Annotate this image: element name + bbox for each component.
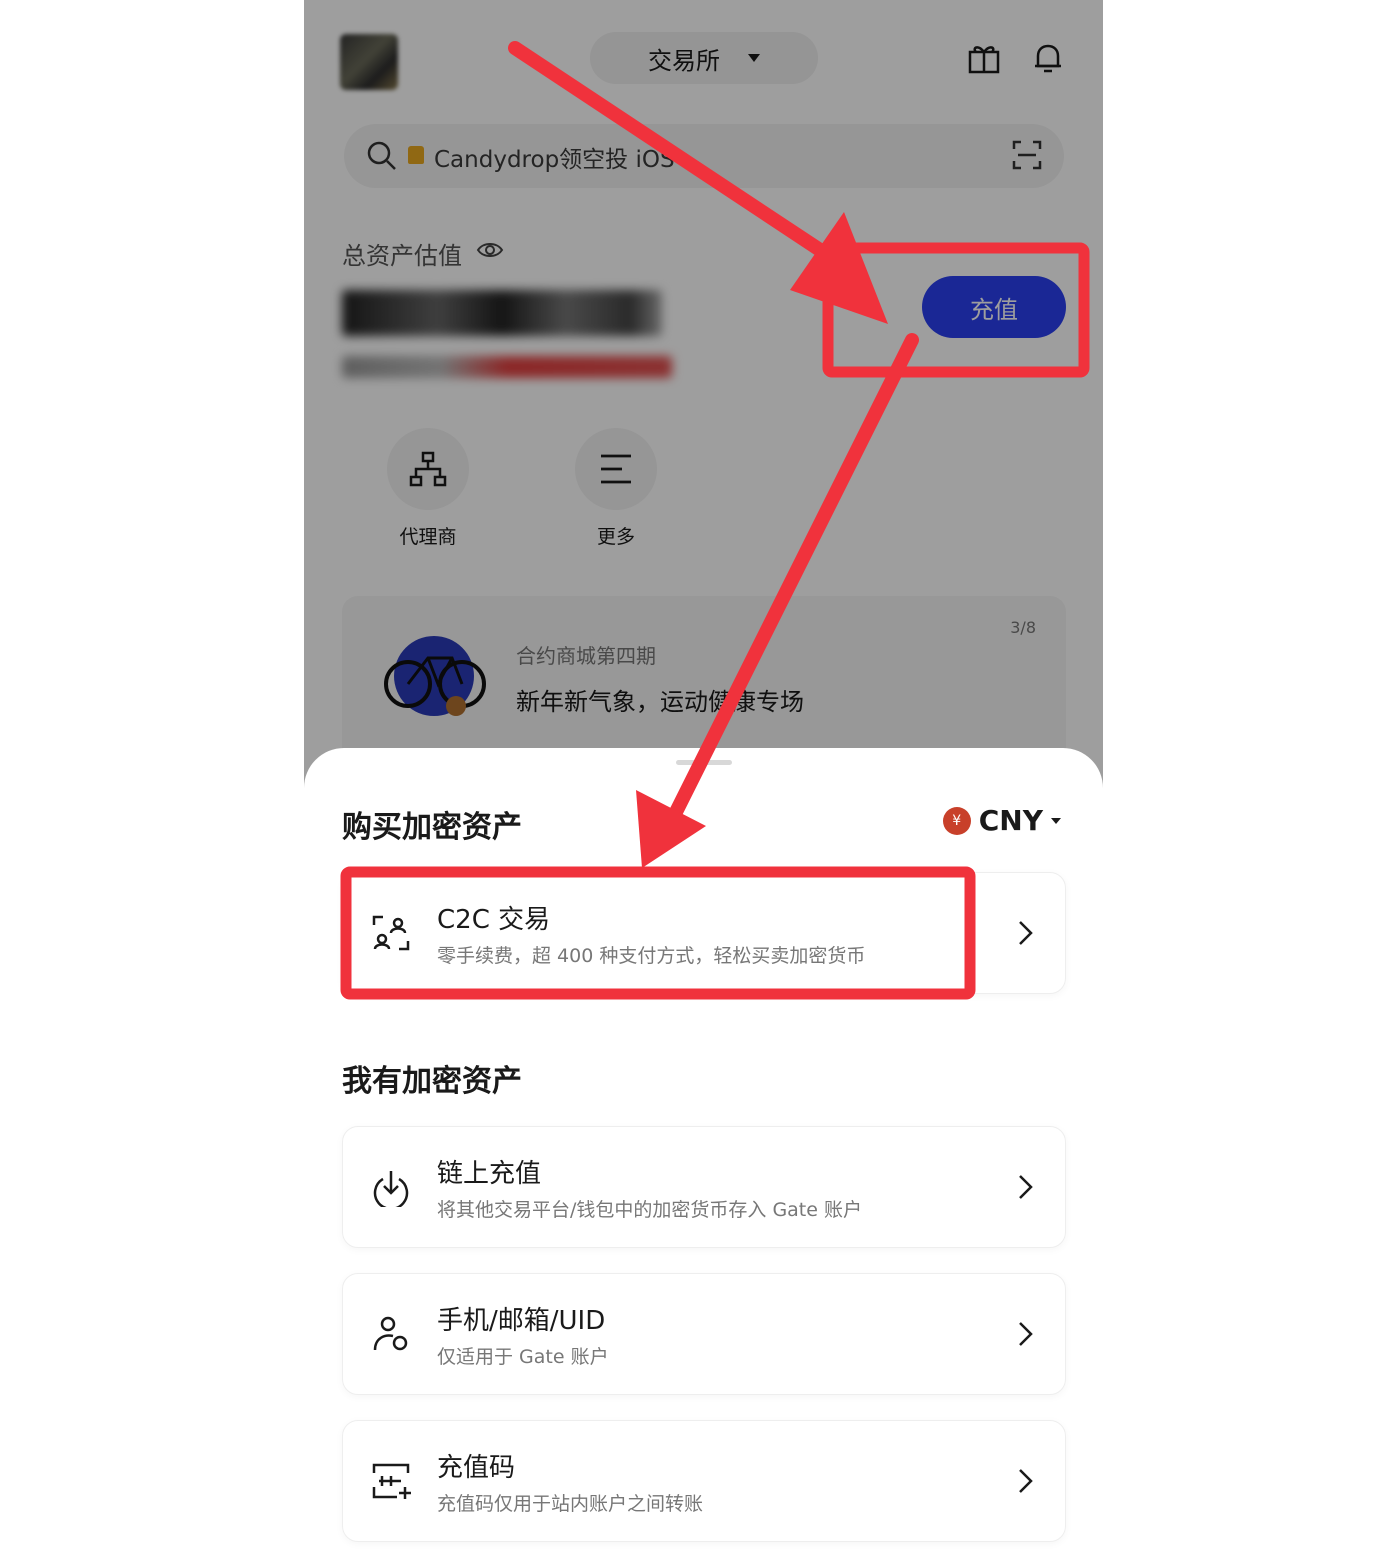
currency-code: CNY (978, 804, 1043, 837)
option-title: C2C 交易 (437, 905, 551, 935)
option-description: 仅适用于 Gate 账户 (437, 1346, 609, 1368)
option-onchain-deposit[interactable]: 链上充值 将其他交易平台/钱包中的加密货币存入 Gate 账户 (342, 1126, 1066, 1248)
option-deposit-code[interactable]: 充值码 充值码仅用于站内账户之间转账 (342, 1420, 1066, 1542)
user-transfer-icon (373, 1316, 408, 1351)
option-title: 链上充值 (437, 1159, 542, 1189)
chevron-right-icon (1019, 1469, 1033, 1493)
cny-coin-icon: ¥ (942, 806, 971, 835)
chevron-right-icon (1019, 1322, 1033, 1346)
phone-screen: 交易所 Candydrop领空投 iOS 总资产估值 充值 代理商 更多 3/8… (304, 0, 1103, 1562)
option-description: 充值码仅用于站内账户之间转账 (437, 1493, 704, 1515)
chevron-right-icon (1019, 1175, 1033, 1199)
sheet-drag-handle[interactable] (676, 760, 732, 765)
code-plus-icon (372, 1463, 411, 1499)
modal-scrim[interactable] (304, 0, 1103, 800)
buy-crypto-title: 购买加密资产 (342, 810, 522, 845)
option-phone-email-uid[interactable]: 手机/邮箱/UID 仅适用于 Gate 账户 (342, 1273, 1066, 1395)
c2c-exchange-icon (372, 915, 410, 951)
chevron-right-icon (1019, 921, 1033, 945)
option-c2c[interactable]: C2C 交易 零手续费，超 400 种支付方式，轻松买卖加密货币 (342, 872, 1066, 994)
download-circle-icon (373, 1171, 409, 1207)
currency-selector[interactable]: ¥ CNY (942, 804, 1061, 837)
deposit-bottom-sheet: 购买加密资产 ¥ CNY C2C 交易 零手续费，超 400 种支付方式，轻松买… (304, 748, 1103, 1562)
option-description: 将其他交易平台/钱包中的加密货币存入 Gate 账户 (437, 1199, 862, 1221)
option-title: 手机/邮箱/UID (437, 1306, 606, 1336)
have-crypto-title: 我有加密资产 (342, 1064, 522, 1099)
option-title: 充值码 (437, 1453, 516, 1483)
chevron-down-icon (1051, 817, 1061, 824)
option-description: 零手续费，超 400 种支付方式，轻松买卖加密货币 (437, 945, 866, 967)
